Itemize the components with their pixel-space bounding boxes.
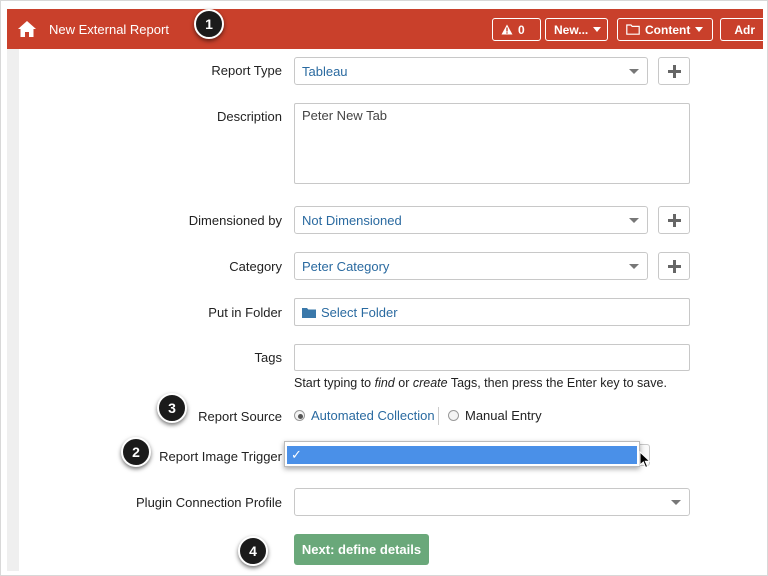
- warning-icon: [501, 24, 513, 35]
- chevron-down-icon: [593, 27, 602, 32]
- description-value: Peter New Tab: [302, 108, 388, 123]
- image-trigger-dropdown-list[interactable]: ✓: [284, 441, 640, 467]
- category-label: Category: [229, 259, 282, 274]
- plus-icon: [667, 213, 681, 227]
- plugin-profile-select[interactable]: [294, 488, 690, 516]
- top-navigation-bar: New External Report 0 New... Content Adr: [7, 9, 763, 49]
- help-text-part: Start typing to: [294, 376, 375, 390]
- description-textarea[interactable]: Peter New Tab: [294, 103, 690, 184]
- content-menu-button[interactable]: Content: [617, 18, 713, 41]
- tags-help-text: Start typing to find or create Tags, the…: [294, 376, 667, 390]
- alerts-button[interactable]: 0: [492, 18, 541, 41]
- home-icon[interactable]: [17, 19, 37, 39]
- plus-icon: [667, 64, 681, 78]
- radio-divider: [438, 407, 439, 425]
- cursor-arrow-icon: [639, 451, 651, 469]
- help-text-find: find: [374, 376, 395, 390]
- dimensioned-by-label: Dimensioned by: [188, 213, 282, 228]
- page-title: New External Report: [49, 22, 169, 37]
- help-text-part: Tags, then press the Enter key to save.: [447, 376, 667, 390]
- folder-icon: [302, 307, 316, 318]
- new-menu-button[interactable]: New...: [545, 18, 608, 41]
- report-type-value: Tableau: [302, 64, 348, 79]
- plugin-profile-label: Plugin Connection Profile: [136, 495, 282, 510]
- radio-unselected-icon: [448, 410, 459, 421]
- description-label: Description: [216, 109, 282, 124]
- category-select[interactable]: Peter Category: [294, 252, 648, 280]
- category-value: Peter Category: [302, 259, 390, 274]
- tags-label: Tags: [254, 350, 282, 365]
- callout-4: 4: [238, 536, 268, 566]
- chevron-down-icon: [671, 500, 681, 505]
- folder-outline-icon: [626, 24, 640, 35]
- new-menu-label: New...: [554, 22, 589, 37]
- chevron-down-icon: [629, 218, 639, 223]
- app-window: New External Report 0 New... Content Adr…: [0, 0, 768, 576]
- chevron-down-icon: [629, 264, 639, 269]
- callout-1: 1: [194, 9, 224, 39]
- alerts-count: 0: [518, 22, 525, 37]
- next-define-details-button[interactable]: Next: define details: [294, 534, 429, 565]
- chevron-down-icon: [629, 69, 639, 74]
- radio-automated-collection[interactable]: Automated Collection: [294, 408, 435, 423]
- dimensioned-by-value: Not Dimensioned: [302, 213, 402, 228]
- add-dimension-button[interactable]: [658, 206, 690, 234]
- tags-input[interactable]: [294, 344, 690, 371]
- dropdown-option-selected[interactable]: ✓: [287, 446, 637, 464]
- report-image-trigger-label: Report Image Trigger: [159, 449, 282, 464]
- sidebar-strip: [7, 49, 19, 571]
- radio-selected-icon: [294, 410, 305, 421]
- radio-automated-label: Automated Collection: [311, 408, 435, 423]
- content-menu-label: Content: [645, 22, 691, 37]
- select-folder-field[interactable]: Select Folder: [294, 298, 690, 326]
- plus-icon: [667, 259, 681, 273]
- folder-label: Put in Folder: [208, 305, 282, 320]
- chevron-down-icon: [695, 27, 704, 32]
- select-folder-link[interactable]: Select Folder: [321, 305, 398, 320]
- radio-manual-entry[interactable]: Manual Entry: [448, 408, 542, 423]
- admin-menu-label: Adr: [734, 22, 755, 37]
- report-source-label: Report Source: [198, 409, 282, 424]
- add-report-type-button[interactable]: [658, 57, 690, 85]
- report-type-label: Report Type: [211, 63, 282, 78]
- report-type-select[interactable]: Tableau: [294, 57, 648, 85]
- radio-manual-label: Manual Entry: [465, 408, 542, 423]
- callout-3: 3: [157, 393, 187, 423]
- add-category-button[interactable]: [658, 252, 690, 280]
- dimensioned-by-select[interactable]: Not Dimensioned: [294, 206, 648, 234]
- callout-2: 2: [121, 437, 151, 467]
- check-icon: ✓: [291, 447, 302, 462]
- help-text-create: create: [412, 376, 448, 390]
- admin-menu-button[interactable]: Adr: [720, 18, 763, 41]
- help-text-part: or: [394, 376, 413, 390]
